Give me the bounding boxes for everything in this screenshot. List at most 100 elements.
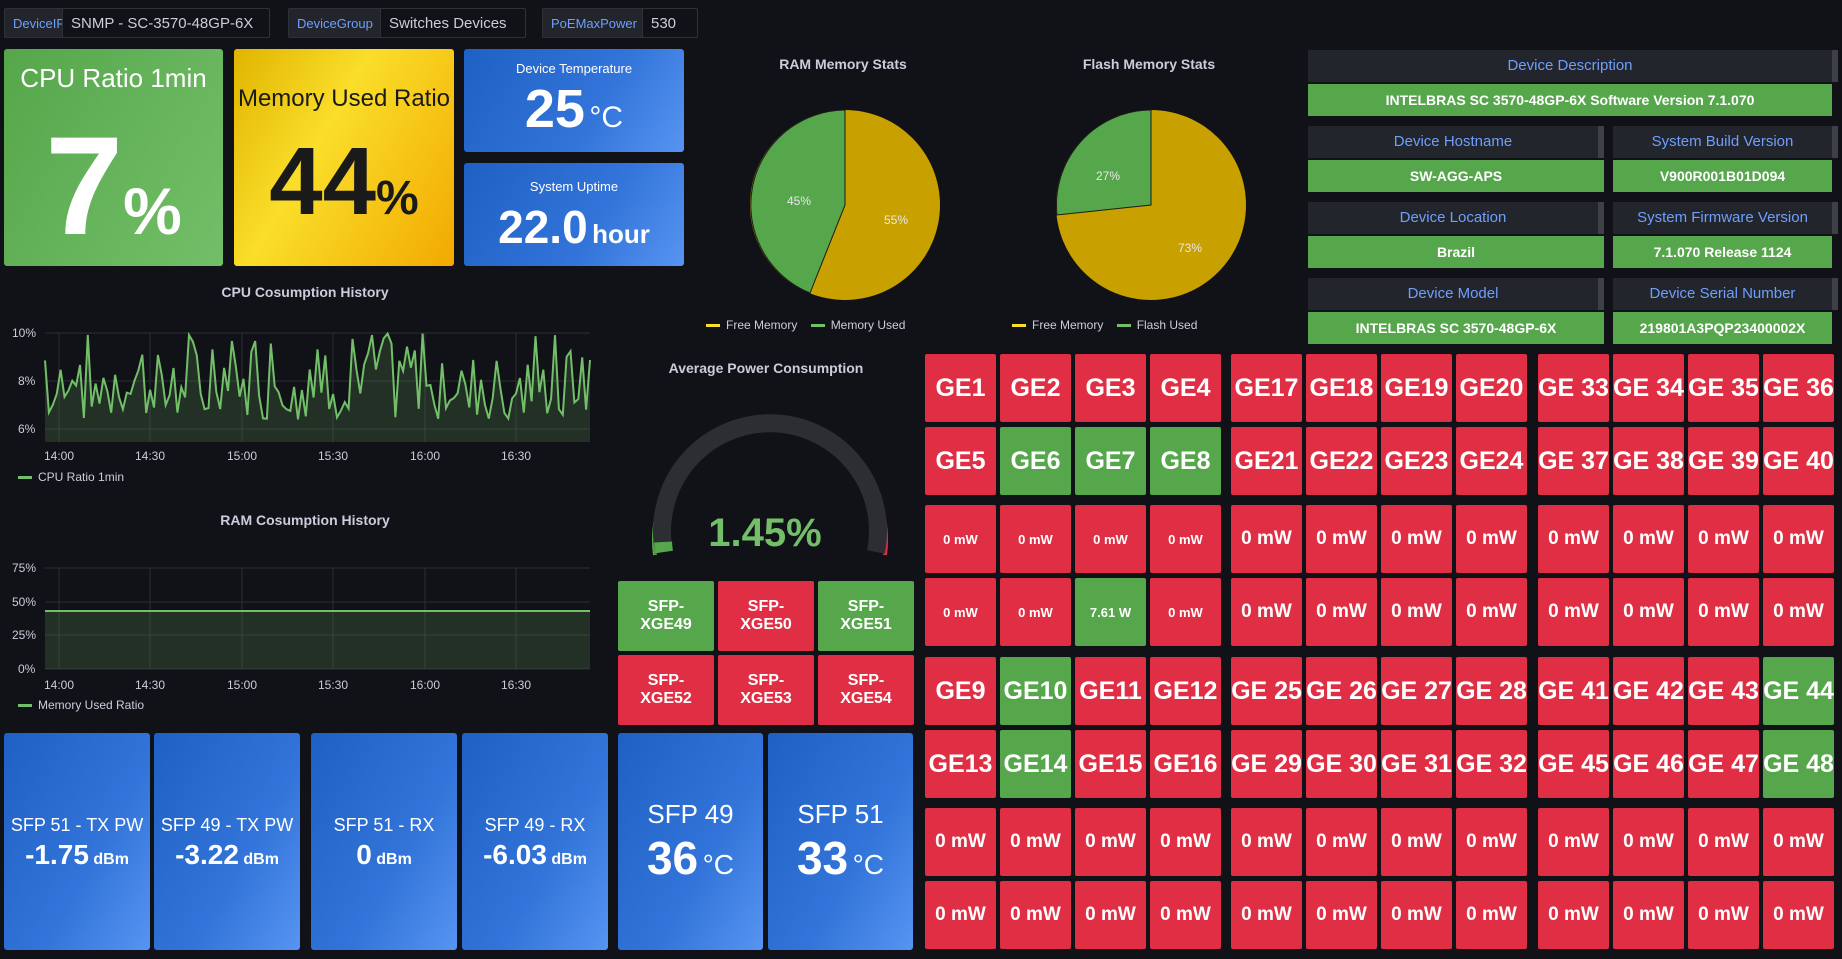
port-status-ge8[interactable]: GE8 [1150,427,1221,495]
port-power-cell[interactable]: 0 mW [1231,505,1302,573]
port-power-cell[interactable]: 0 mW [1231,808,1302,876]
port-status-ge22[interactable]: GE22 [1306,427,1377,495]
port-power-cell[interactable]: 0 mW [925,808,996,876]
port-status-ge48[interactable]: GE 48 [1763,730,1834,798]
port-status-ge29[interactable]: GE 29 [1231,730,1302,798]
sfp-port-sfp-xge53[interactable]: SFP- XGE53 [718,655,814,725]
var-deviceip-select[interactable]: SNMP - SC-3570-48GP-6X ⌄ [62,8,270,62]
port-power-cell[interactable]: 0 mW [1150,881,1221,949]
port-power-cell[interactable]: 0 mW [1538,881,1609,949]
port-power-cell[interactable]: 0 mW [1763,578,1834,646]
port-power-cell[interactable]: 0 mW [1456,578,1527,646]
port-power-cell[interactable]: 0 mW [925,505,996,573]
port-power-cell[interactable]: 0 mW [1231,578,1302,646]
port-status-ge47[interactable]: GE 47 [1688,730,1759,798]
port-power-cell[interactable]: 0 mW [1538,505,1609,573]
port-power-cell[interactable]: 0 mW [1231,881,1302,949]
port-power-cell[interactable]: 0 mW [1306,881,1377,949]
port-power-cell[interactable]: 0 mW [1075,808,1146,876]
port-power-cell[interactable]: 0 mW [1613,505,1684,573]
port-status-ge6[interactable]: GE6 [1000,427,1071,495]
port-status-ge28[interactable]: GE 28 [1456,657,1527,725]
port-status-ge20[interactable]: GE20 [1456,354,1527,422]
port-power-cell[interactable]: 0 mW [1381,578,1452,646]
port-status-ge13[interactable]: GE13 [925,730,996,798]
port-power-cell[interactable]: 0 mW [1763,881,1834,949]
sfp-port-sfp-xge54[interactable]: SFP- XGE54 [818,655,914,725]
port-power-cell[interactable]: 0 mW [1000,578,1071,646]
port-status-ge15[interactable]: GE15 [1075,730,1146,798]
port-status-ge24[interactable]: GE24 [1456,427,1527,495]
port-power-cell[interactable]: 0 mW [1456,808,1527,876]
port-power-cell[interactable]: 0 mW [1000,808,1071,876]
port-power-cell[interactable]: 0 mW [1613,808,1684,876]
port-status-ge45[interactable]: GE 45 [1538,730,1609,798]
port-status-ge19[interactable]: GE19 [1381,354,1452,422]
port-power-cell[interactable]: 0 mW [1381,808,1452,876]
var-poemaxpower-select[interactable]: 530 ⌄ [642,8,698,62]
port-status-ge27[interactable]: GE 27 [1381,657,1452,725]
port-power-cell[interactable]: 0 mW [1000,505,1071,573]
port-power-cell[interactable]: 0 mW [1613,578,1684,646]
port-status-ge3[interactable]: GE3 [1075,354,1146,422]
port-power-cell[interactable]: 0 mW [1381,881,1452,949]
port-status-ge14[interactable]: GE14 [1000,730,1071,798]
port-power-cell[interactable]: 7.61 W [1075,578,1146,646]
port-status-ge1[interactable]: GE1 [925,354,996,422]
port-power-cell[interactable]: 0 mW [1763,808,1834,876]
port-status-ge10[interactable]: GE10 [1000,657,1071,725]
port-power-cell[interactable]: 0 mW [1688,881,1759,949]
sfp-port-sfp-xge51[interactable]: SFP- XGE51 [818,581,914,651]
port-status-ge38[interactable]: GE 38 [1613,427,1684,495]
port-power-cell[interactable]: 0 mW [1075,505,1146,573]
port-status-ge26[interactable]: GE 26 [1306,657,1377,725]
port-status-ge39[interactable]: GE 39 [1688,427,1759,495]
port-power-cell[interactable]: 0 mW [1150,808,1221,876]
port-status-ge4[interactable]: GE4 [1150,354,1221,422]
sfp-port-sfp-xge50[interactable]: SFP- XGE50 [718,581,814,651]
port-status-ge36[interactable]: GE 36 [1763,354,1834,422]
port-power-cell[interactable]: 0 mW [1688,578,1759,646]
port-power-cell[interactable]: 0 mW [1075,881,1146,949]
port-status-ge18[interactable]: GE18 [1306,354,1377,422]
port-status-ge7[interactable]: GE7 [1075,427,1146,495]
port-power-cell[interactable]: 0 mW [1456,881,1527,949]
port-status-ge42[interactable]: GE 42 [1613,657,1684,725]
port-status-ge16[interactable]: GE16 [1150,730,1221,798]
port-power-cell[interactable]: 0 mW [1613,881,1684,949]
port-status-ge17[interactable]: GE17 [1231,354,1302,422]
port-status-ge31[interactable]: GE 31 [1381,730,1452,798]
port-power-cell[interactable]: 0 mW [925,578,996,646]
port-power-cell[interactable]: 0 mW [1538,808,1609,876]
port-power-cell[interactable]: 0 mW [1456,505,1527,573]
port-status-ge25[interactable]: GE 25 [1231,657,1302,725]
port-power-cell[interactable]: 0 mW [1306,505,1377,573]
port-status-ge44[interactable]: GE 44 [1763,657,1834,725]
port-power-cell[interactable]: 0 mW [1306,808,1377,876]
port-power-cell[interactable]: 0 mW [925,881,996,949]
port-status-ge9[interactable]: GE9 [925,657,996,725]
port-status-ge2[interactable]: GE2 [1000,354,1071,422]
var-devicegroup-select[interactable]: Switches Devices ⌄ [380,8,526,62]
port-status-ge37[interactable]: GE 37 [1538,427,1609,495]
port-power-cell[interactable]: 0 mW [1000,881,1071,949]
port-power-cell[interactable]: 0 mW [1150,505,1221,573]
port-power-cell[interactable]: 0 mW [1688,505,1759,573]
port-power-cell[interactable]: 0 mW [1381,505,1452,573]
port-status-ge12[interactable]: GE12 [1150,657,1221,725]
port-status-ge23[interactable]: GE23 [1381,427,1452,495]
port-status-ge41[interactable]: GE 41 [1538,657,1609,725]
sfp-port-sfp-xge52[interactable]: SFP- XGE52 [618,655,714,725]
port-status-ge46[interactable]: GE 46 [1613,730,1684,798]
port-status-ge33[interactable]: GE 33 [1538,354,1609,422]
port-power-cell[interactable]: 0 mW [1306,578,1377,646]
port-status-ge35[interactable]: GE 35 [1688,354,1759,422]
port-status-ge21[interactable]: GE21 [1231,427,1302,495]
port-power-cell[interactable]: 0 mW [1150,578,1221,646]
port-status-ge32[interactable]: GE 32 [1456,730,1527,798]
port-status-ge34[interactable]: GE 34 [1613,354,1684,422]
sfp-port-sfp-xge49[interactable]: SFP- XGE49 [618,581,714,651]
port-status-ge11[interactable]: GE11 [1075,657,1146,725]
port-status-ge40[interactable]: GE 40 [1763,427,1834,495]
port-power-cell[interactable]: 0 mW [1763,505,1834,573]
